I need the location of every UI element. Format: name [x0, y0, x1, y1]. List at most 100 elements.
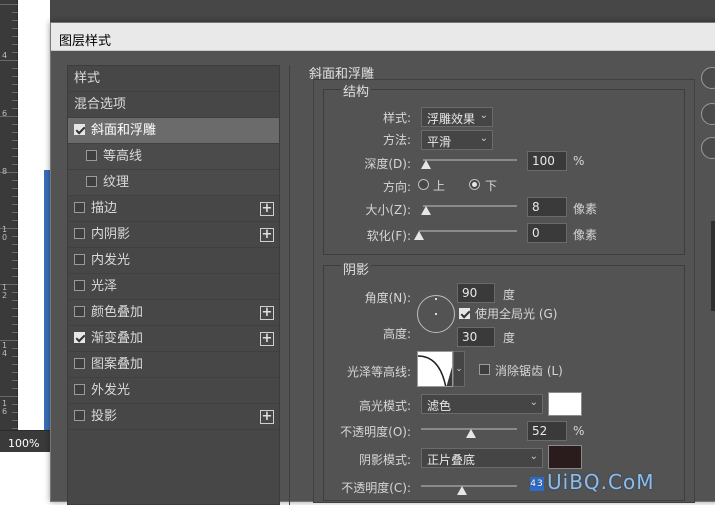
style-list-blending-options[interactable]: 混合选项 — [68, 92, 279, 118]
ruler-number: 1 2 — [2, 283, 8, 300]
style-list-item-label: 内阴影 — [91, 227, 131, 242]
new-style-circle-button[interactable] — [701, 137, 715, 159]
direction-down-radio[interactable] — [469, 179, 480, 190]
vertical-ruler: 4 6 8 1 0 1 2 1 4 1 6 — [0, 0, 18, 430]
technique-select[interactable]: 平滑 ⌄ — [421, 130, 493, 150]
shading-title: 阴影 — [341, 259, 372, 278]
angle-field[interactable]: 90 — [457, 283, 495, 303]
size-slider-thumb[interactable] — [420, 206, 431, 215]
style-list-item[interactable]: 等高线 — [68, 144, 279, 170]
chevron-down-icon: ⌄ — [529, 451, 538, 462]
style-list: 样式 混合选项 斜面和浮雕等高线纹理描边 + 内阴影 + 内发光光泽颜色叠加 + 渐变叠加 +… — [67, 65, 280, 505]
highlight-opacity-label: 不透明度(O): — [340, 425, 411, 439]
style-list-item-label: 斜面和浮雕 — [91, 123, 157, 138]
style-checkbox[interactable] — [74, 228, 85, 239]
style-checkbox[interactable] — [74, 124, 85, 135]
angle-dial-indicator — [435, 298, 437, 300]
style-list-item-label: 光泽 — [91, 279, 118, 294]
add-effect-icon[interactable]: + — [260, 228, 274, 242]
dialog-scrollbar[interactable] — [711, 221, 715, 311]
gloss-contour-preview[interactable] — [417, 351, 453, 387]
zoom-level[interactable]: 100% — [0, 430, 50, 452]
altitude-field[interactable]: 30 — [457, 327, 495, 347]
style-checkbox[interactable] — [74, 254, 85, 265]
contour-dropdown[interactable]: ⌄ — [453, 351, 465, 387]
style-checkbox[interactable] — [74, 202, 85, 213]
style-checkbox[interactable] — [74, 306, 85, 317]
style-list-item-label: 渐变叠加 — [91, 331, 144, 346]
antialias-label[interactable]: 消除锯齿 (L) — [495, 362, 563, 379]
highlight-opacity-slider-thumb[interactable] — [465, 429, 476, 438]
style-checkbox[interactable] — [86, 176, 97, 187]
style-list-item-label: 等高线 — [103, 149, 143, 164]
depth-slider[interactable] — [423, 159, 517, 161]
soften-field[interactable]: 0 — [527, 223, 567, 243]
style-list-item[interactable]: 纹理 — [68, 170, 279, 196]
soften-slider[interactable] — [419, 230, 517, 232]
cancel-circle-button[interactable] — [701, 103, 715, 125]
style-list-item[interactable]: 描边 + — [68, 196, 279, 222]
style-list-item[interactable]: 渐变叠加 + — [68, 326, 279, 352]
depth-unit: % — [573, 154, 585, 168]
soften-slider-thumb[interactable] — [414, 231, 424, 240]
style-checkbox[interactable] — [74, 410, 85, 421]
shadow-mode-select[interactable]: 正片叠底 ⌄ — [421, 448, 543, 468]
chevron-down-icon: ⌄ — [479, 133, 488, 144]
style-list-styles-header[interactable]: 样式 — [68, 66, 279, 92]
depth-field[interactable]: 100 — [527, 151, 567, 171]
soften-unit: 像素 — [573, 228, 598, 242]
style-list-item[interactable]: 外发光 — [68, 378, 279, 404]
shadow-opacity-slider[interactable] — [421, 485, 517, 487]
add-effect-icon[interactable]: + — [260, 306, 274, 320]
ruler-number: 8 — [2, 167, 8, 176]
style-checkbox[interactable] — [74, 280, 85, 291]
gloss-contour-label: 光泽等高线: — [346, 365, 411, 379]
style-list-item[interactable]: 颜色叠加 + — [68, 300, 279, 326]
watermark-badge: 43 — [530, 477, 544, 491]
style-list-item-label: 颜色叠加 — [91, 305, 144, 320]
style-checkbox[interactable] — [74, 358, 85, 369]
shadow-opacity-label: 不透明度(C): — [341, 481, 411, 495]
add-effect-icon[interactable]: + — [260, 332, 274, 346]
antialias-checkbox[interactable] — [479, 364, 490, 375]
highlight-opacity-field[interactable]: 52 — [527, 421, 567, 441]
add-effect-icon[interactable]: + — [260, 410, 274, 424]
ruler-tick — [0, 396, 18, 397]
style-checkbox[interactable] — [74, 332, 85, 343]
add-effect-icon[interactable]: + — [260, 202, 274, 216]
style-list-item[interactable]: 投影 + — [68, 404, 279, 430]
style-checkbox[interactable] — [74, 384, 85, 395]
ruler-number: 4 — [2, 51, 8, 60]
style-list-item[interactable]: 斜面和浮雕 — [68, 118, 279, 144]
soften-label: 软化(F): — [366, 229, 411, 243]
direction-up-label[interactable]: 上 — [433, 177, 445, 194]
shadow-opacity-slider-thumb[interactable] — [457, 486, 468, 495]
highlight-mode-label: 高光模式: — [358, 399, 411, 413]
direction-down-label[interactable]: 下 — [485, 177, 497, 194]
style-list-item-label: 纹理 — [103, 175, 130, 190]
depth-slider-thumb[interactable] — [420, 160, 431, 169]
highlight-color-swatch[interactable] — [548, 392, 582, 416]
style-list-item[interactable]: 内阴影 + — [68, 222, 279, 248]
global-light-checkbox[interactable] — [459, 308, 470, 319]
angle-dial[interactable] — [417, 295, 455, 333]
style-list-item[interactable]: 图案叠加 — [68, 352, 279, 378]
style-list-item[interactable]: 光泽 — [68, 274, 279, 300]
size-slider[interactable] — [423, 205, 517, 207]
ruler-tick — [0, 60, 18, 61]
ok-circle-button[interactable] — [701, 67, 715, 89]
ruler-number: 1 4 — [2, 341, 8, 358]
style-checkbox[interactable] — [86, 150, 97, 161]
site-watermark: 43 UiBQ.CoM — [530, 470, 654, 494]
shadow-color-swatch[interactable] — [548, 445, 582, 469]
global-light-label[interactable]: 使用全局光 (G) — [475, 305, 557, 322]
panel-divider — [289, 65, 290, 505]
style-select[interactable]: 浮雕效果 ⌄ — [421, 107, 493, 127]
shadow-mode-label: 阴影模式: — [358, 453, 411, 467]
chevron-down-icon: ⌄ — [479, 110, 488, 121]
direction-up-radio[interactable] — [418, 179, 429, 190]
angle-dial-center — [435, 313, 437, 315]
size-field[interactable]: 8 — [527, 197, 567, 217]
highlight-mode-select[interactable]: 滤色 ⌄ — [421, 394, 543, 414]
style-list-item[interactable]: 内发光 — [68, 248, 279, 274]
